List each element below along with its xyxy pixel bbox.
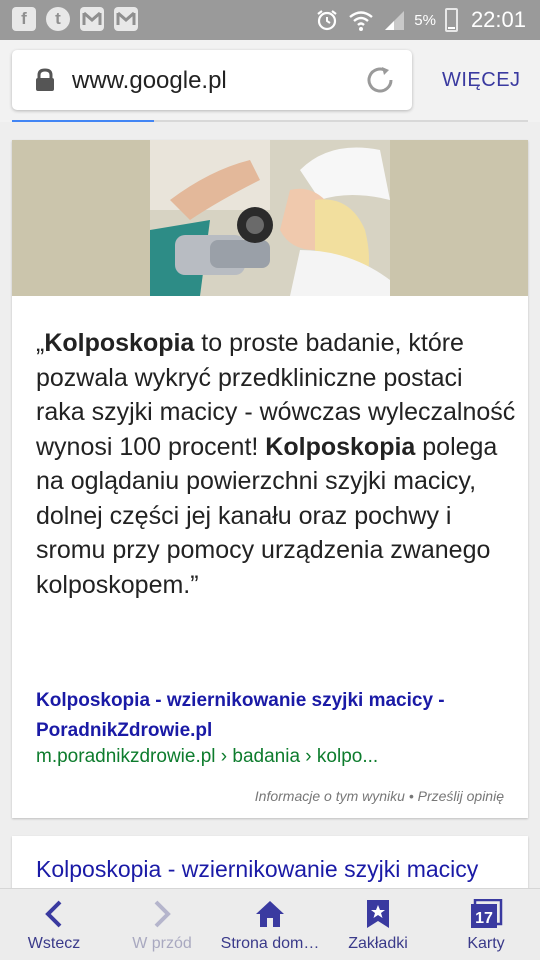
battery-percent: 5%: [414, 11, 436, 29]
signal-icon: [385, 11, 405, 30]
tumblr-icon: t: [46, 7, 70, 31]
tabs-button[interactable]: 17 Karty: [432, 889, 540, 960]
snippet-image[interactable]: [12, 140, 528, 296]
clock: 22:01: [470, 7, 526, 32]
result-title-link[interactable]: Kolposkopia - wziernikowanie szyjki maci…: [36, 856, 478, 883]
bookmarks-button[interactable]: Zakładki: [324, 889, 432, 960]
reload-icon[interactable]: [364, 64, 396, 96]
tabs-icon: 17: [471, 899, 503, 928]
alarm-icon: [317, 10, 337, 31]
home-label: Strona dom…: [220, 935, 320, 952]
browser-toolbar: www.google.pl WIĘCEJ: [0, 40, 540, 122]
search-result-card: Kolposkopia - wziernikowanie szyjki maci…: [12, 836, 528, 896]
facebook-icon: f: [12, 7, 36, 31]
highlight-term: Kolposkopia: [44, 329, 195, 357]
wifi-icon: [349, 11, 374, 31]
tab-count: 17: [475, 910, 493, 927]
progress-divider: [12, 120, 528, 122]
status-bar: f t 5% 22:01: [0, 0, 540, 40]
forward-button[interactable]: W przód: [108, 889, 216, 960]
home-icon: [256, 901, 284, 927]
back-label: Wstecz: [27, 935, 81, 952]
gmail-icon: [114, 7, 138, 31]
notification-icons: f t: [12, 7, 138, 31]
gmail-icon: [80, 7, 104, 31]
tabs-label: Karty: [467, 935, 505, 952]
result-url: m.poradnikzdrowie.pl › badania › kolpo..…: [36, 746, 379, 767]
back-button[interactable]: Wstecz: [0, 889, 108, 960]
address-bar[interactable]: www.google.pl: [12, 50, 412, 110]
forward-label: W przód: [132, 935, 192, 952]
lock-icon: [36, 68, 54, 91]
bookmarks-label: Zakładki: [348, 935, 408, 952]
home-button[interactable]: Strona dom…: [216, 889, 324, 960]
system-icons: 5% 22:01: [315, 0, 526, 40]
url-text[interactable]: www.google.pl: [72, 67, 227, 95]
bookmark-star-icon: [367, 900, 389, 928]
battery-icon: [444, 8, 458, 32]
featured-snippet-card: „Kolposkopia to proste badanie, które po…: [12, 140, 528, 818]
colposcopy-photo: [150, 140, 390, 296]
highlight-term: Kolposkopia: [265, 432, 416, 461]
more-button[interactable]: WIĘCEJ: [442, 69, 521, 92]
bottom-navigation: Wstecz W przód Strona dom… Zakładki 17 K…: [0, 888, 540, 960]
snippet-quote: „Kolposkopia to proste badanie, które po…: [36, 326, 516, 602]
chevron-left-icon: [45, 900, 62, 928]
result-info-links[interactable]: Informacje o tym wyniku • Prześlij opini…: [255, 788, 504, 804]
chevron-right-icon: [154, 900, 171, 928]
result-title-link[interactable]: Kolposkopia - wziernikowanie szyjki maci…: [36, 686, 516, 746]
